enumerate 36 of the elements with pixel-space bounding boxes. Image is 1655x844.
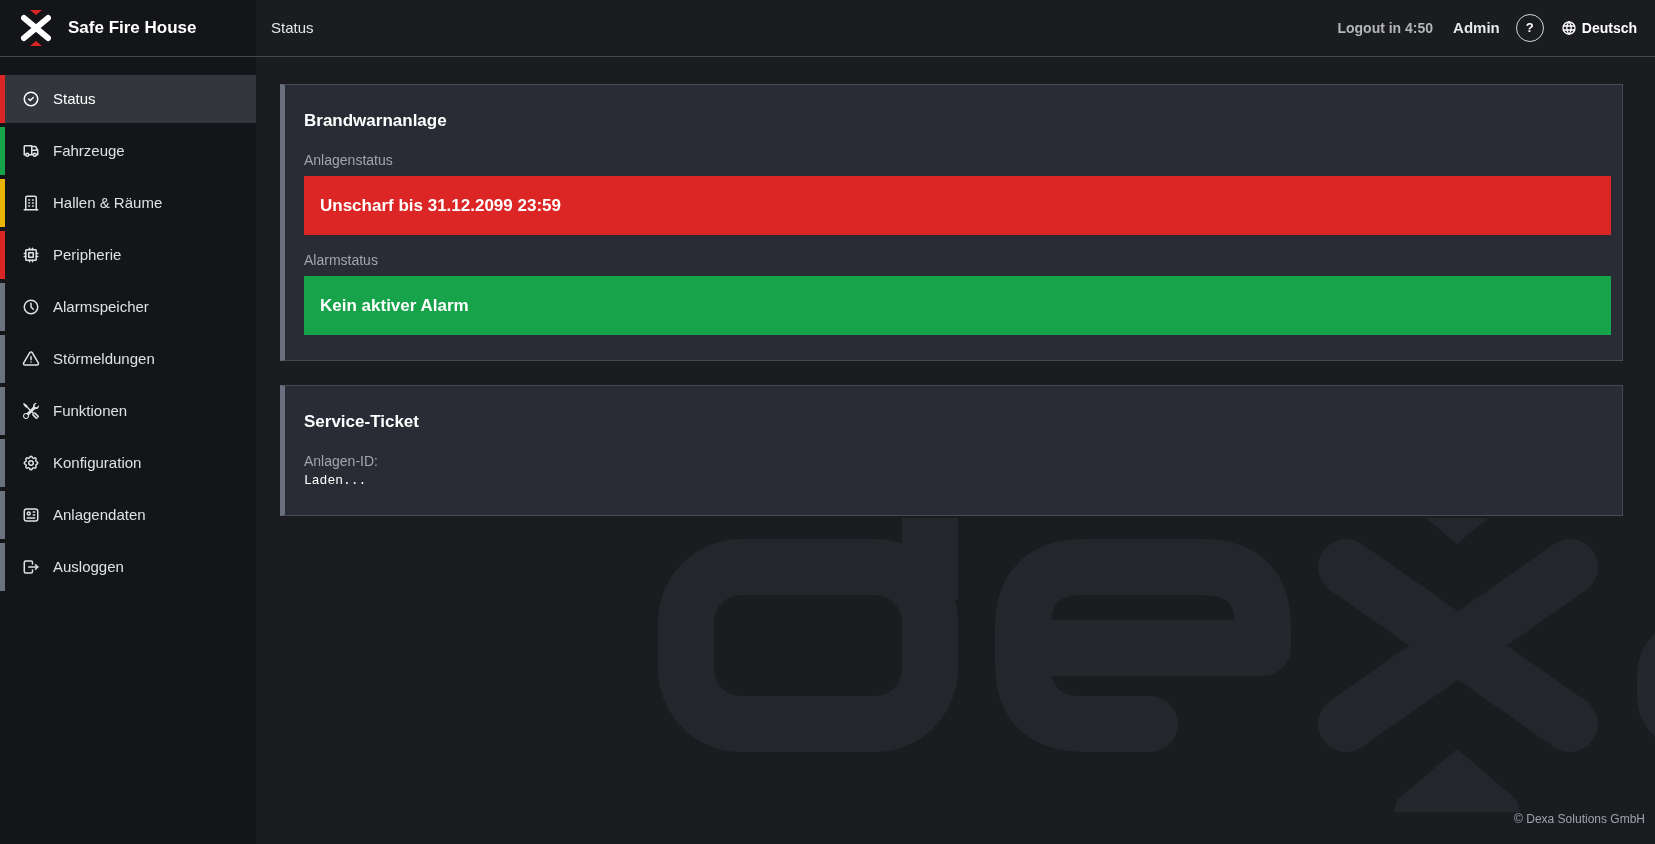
clock-icon xyxy=(22,298,40,316)
settings-icon xyxy=(22,454,40,472)
field-label: Alarmstatus xyxy=(304,251,379,269)
session-timer: Logout in 4:50 xyxy=(1337,18,1434,38)
card-title: Service-Ticket xyxy=(304,411,420,433)
user-link[interactable]: Admin xyxy=(1453,16,1500,40)
copyright-text: © Dexa Solutions GmbH xyxy=(1514,812,1645,826)
card-title: Brandwarnanlage xyxy=(304,110,448,132)
field-value: Laden... xyxy=(304,472,368,490)
sidebar-item[interactable]: Konfiguration xyxy=(5,439,256,487)
logo-icon xyxy=(20,10,52,46)
status-banner: Kein aktiver Alarm xyxy=(304,276,1611,335)
page-title: Status xyxy=(271,17,314,38)
sidebar-item[interactable]: Alarmspeicher xyxy=(5,283,256,331)
globe-icon xyxy=(1560,20,1577,36)
sidebar-item[interactable]: Status xyxy=(5,75,256,123)
building-icon xyxy=(22,194,40,212)
app-title: Safe Fire House xyxy=(68,17,197,40)
sidebar-item[interactable]: Fahrzeuge xyxy=(5,127,256,175)
sidebar-item[interactable]: Hallen & Räume xyxy=(5,179,256,227)
truck-icon xyxy=(22,142,40,160)
field-label: Anlagenstatus xyxy=(304,151,394,169)
check-circle-icon xyxy=(22,90,40,108)
sidebar-item[interactable]: Peripherie xyxy=(5,231,256,279)
logout-icon xyxy=(22,558,40,576)
sidebar-item[interactable]: Anlagendaten xyxy=(5,491,256,539)
sidebar-item[interactable]: Ausloggen xyxy=(5,543,256,591)
chip-icon xyxy=(22,246,40,264)
language-button[interactable]: Deutsch xyxy=(1560,17,1637,39)
wrench-screwdriver-icon xyxy=(23,403,39,419)
status-banner: Unscharf bis 31.12.2099 23:59 xyxy=(304,176,1611,235)
field-label: Anlagen-ID: xyxy=(304,452,379,470)
warning-icon xyxy=(22,350,40,368)
id-card-icon xyxy=(22,506,40,524)
sidebar-item[interactable]: Störmeldungen xyxy=(5,335,256,383)
sidebar-item[interactable]: Funktionen xyxy=(5,387,256,435)
